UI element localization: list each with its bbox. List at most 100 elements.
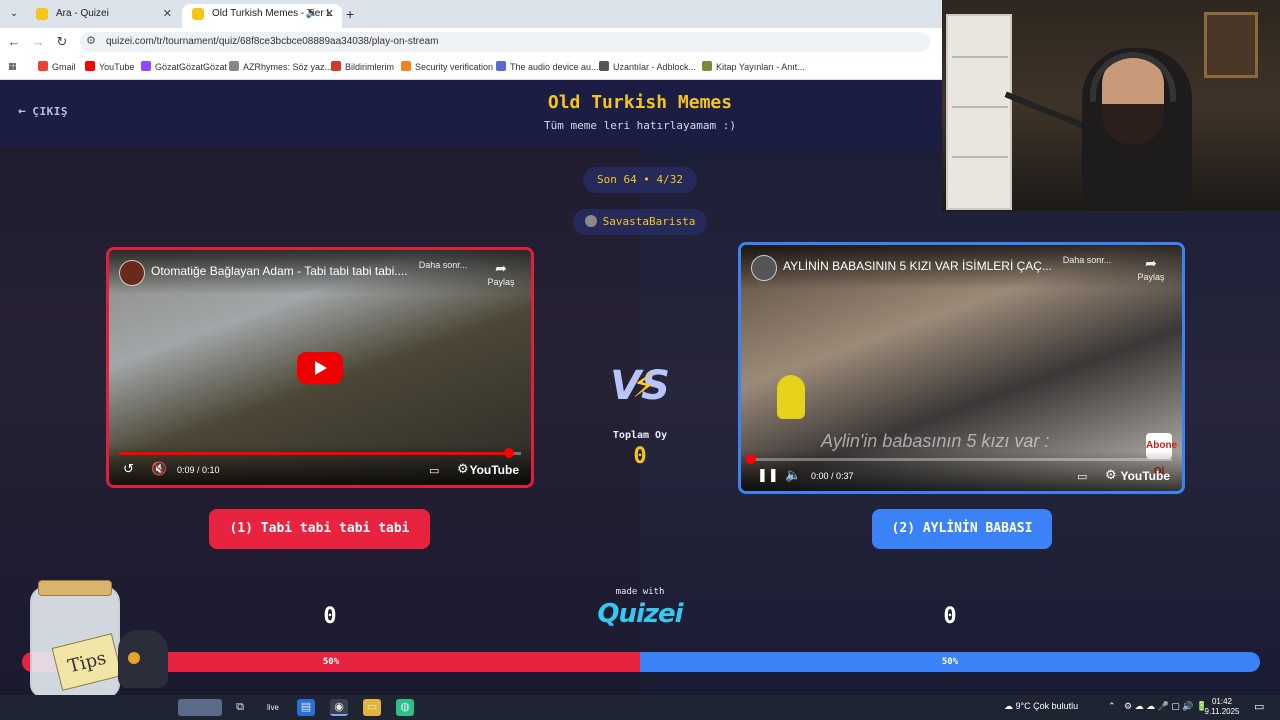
left-percentage: 50%: [322, 657, 340, 667]
right-percentage-bar: 50%: [640, 652, 1260, 672]
bookmark-kitap[interactable]: Kitap Yayınları - Anıt...: [702, 61, 805, 72]
channel-avatar[interactable]: [119, 260, 145, 286]
tab-close-icon[interactable]: ✕: [325, 4, 334, 24]
bookmark-audio-device[interactable]: The audio device au...: [496, 61, 599, 72]
channel-avatar[interactable]: [751, 255, 777, 281]
share-button[interactable]: ➦ Paylaş: [481, 260, 521, 287]
twitch-icon: [141, 61, 151, 71]
live-app-icon[interactable]: live: [264, 699, 282, 716]
microphone-image: [777, 375, 805, 419]
pause-icon[interactable]: ❚❚: [757, 467, 779, 483]
taskbar: ⧉ live ▤ ◉ ▭ ◍ ☁ 9°C Çok bulutlu ⌃ ⚙ ☁ ☁…: [0, 695, 1280, 720]
streamer-badge: SavastaBarista: [573, 209, 707, 235]
weather-widget[interactable]: ☁ 9°C Çok bulutlu: [1004, 701, 1078, 712]
replay-icon[interactable]: ↺: [123, 461, 134, 477]
gmail-icon: [38, 61, 48, 71]
bookmark-extensions[interactable]: Uzantılar - Adblock...: [599, 61, 696, 72]
mascot-image: [118, 630, 168, 688]
app-icon[interactable]: ◍: [396, 699, 414, 716]
video-caption: Aylin'in babasının 5 kızı var :: [821, 431, 1050, 451]
left-video-player[interactable]: Otomatiğe Bağlayan Adam - Tabi tabi tabi…: [106, 247, 534, 488]
share-icon: ➦: [1145, 255, 1157, 271]
settings-icon[interactable]: ⚙: [1105, 467, 1117, 483]
vote-left-button[interactable]: (1) Tabi tabi tabi tabi: [209, 509, 430, 549]
wall-painting: [1204, 12, 1258, 78]
store-icon[interactable]: ▤: [297, 699, 315, 716]
made-with-label: made with: [615, 587, 665, 597]
right-score: 0: [943, 604, 957, 629]
file-explorer-icon[interactable]: ▭: [363, 699, 381, 716]
youtube-play-icon[interactable]: [297, 352, 343, 384]
jar-lid: [38, 580, 112, 596]
mascot-ring: [128, 652, 140, 664]
seek-handle[interactable]: [746, 454, 756, 464]
vs-emblem: VS ⚡: [608, 358, 672, 414]
watch-later-button[interactable]: ◷Daha sonr...: [1061, 255, 1113, 265]
bookmark-bildirimlerim[interactable]: Bildirimlerim: [331, 61, 394, 72]
youtube-logo[interactable]: YouTube: [469, 463, 519, 477]
back-icon[interactable]: ←: [6, 34, 22, 50]
subtitles-icon[interactable]: ▭: [1077, 470, 1087, 483]
tab-old-turkish-memes[interactable]: Old Turkish Memes - Tier L 🔈 ✕: [182, 4, 342, 28]
arrow-left-icon: ←: [18, 104, 27, 119]
quizei-logo[interactable]: Quizei: [590, 599, 690, 629]
search-widget[interactable]: [178, 699, 222, 716]
total-votes-value: 0: [633, 444, 647, 469]
right-video-player[interactable]: AYLİNİN BABASININ 5 KIZI VAR İSİMLERİ ÇA…: [738, 242, 1185, 494]
chrome-icon[interactable]: ◉: [330, 699, 348, 716]
share-button[interactable]: ➦ Paylaş: [1131, 255, 1171, 282]
tab-search-dropdown-icon[interactable]: ⌄: [6, 6, 22, 22]
seek-bar[interactable]: [119, 448, 521, 458]
youtube-icon: [85, 61, 95, 71]
vote-right-button[interactable]: (2) AYLİNİN BABASI: [872, 509, 1052, 549]
quizei-favicon-icon: [192, 8, 204, 20]
cloudflare-icon: [401, 61, 411, 71]
quizei-favicon-icon: [36, 8, 48, 20]
address-bar[interactable]: ⚙ quizei.com/tr/tournament/quiz/68f8ce3b…: [80, 32, 930, 52]
webcam-feed: [942, 0, 1280, 211]
tray-icons[interactable]: ⚙ ☁ ☁ 🎤 ▢ 🔊 🔋: [1124, 701, 1207, 712]
video-time: 0:00 / 0:37: [811, 471, 854, 481]
seek-bar[interactable]: [746, 454, 1172, 464]
lightning-icon: ⚡: [632, 366, 656, 406]
task-view-icon[interactable]: ⧉: [231, 699, 249, 716]
subtitles-icon[interactable]: ▭: [429, 464, 439, 477]
book-icon: [702, 61, 712, 71]
avatar: [584, 215, 597, 227]
system-clock[interactable]: 01:42 9.11.2025: [1200, 697, 1244, 717]
bookmark-gmail[interactable]: Gmail: [38, 61, 76, 72]
bookshelf: [946, 14, 1012, 210]
url-text: quizei.com/tr/tournament/quiz/68f8ce3bcb…: [106, 36, 439, 47]
volume-icon[interactable]: 🔈: [785, 467, 801, 483]
share-icon: ➦: [495, 260, 507, 276]
bookmark-icon: [331, 61, 341, 71]
apps-grid-icon[interactable]: ▦: [8, 61, 17, 72]
browser-tab-strip: ⌄ Ara - Quizei ✕ Old Turkish Memes - Tie…: [0, 0, 942, 28]
exit-button[interactable]: ← ÇIKIŞ: [18, 104, 68, 119]
seek-handle[interactable]: [503, 448, 514, 458]
new-tab-button[interactable]: +: [346, 6, 354, 22]
video-title[interactable]: Otomatiğe Bağlayan Adam - Tabi tabi tabi…: [151, 264, 411, 278]
youtube-logo[interactable]: YouTube: [1120, 469, 1170, 483]
video-title[interactable]: AYLİNİN BABASININ 5 KIZI VAR İSİMLERİ ÇA…: [783, 259, 1053, 273]
bookmark-gozat[interactable]: GözatGözatGözat: [141, 61, 227, 72]
bookmark-youtube[interactable]: YouTube: [85, 61, 134, 72]
site-info-icon[interactable]: ⚙: [86, 34, 96, 47]
bookmark-azrhymes[interactable]: AZRhymes: Söz yaz...: [229, 61, 332, 72]
forward-icon[interactable]: →: [30, 34, 46, 50]
tab-title: Ara - Quizei: [56, 8, 109, 19]
round-indicator: Son 64 • 4/32: [583, 167, 697, 193]
seek-progress: [119, 452, 509, 455]
reload-icon[interactable]: ↻: [54, 34, 70, 50]
screen: ⌄ Ara - Quizei ✕ Old Turkish Memes - Tie…: [0, 0, 1280, 720]
watch-later-button[interactable]: ◷Daha sonr...: [417, 260, 469, 270]
tray-chevron-icon[interactable]: ⌃: [1108, 701, 1116, 712]
tab-close-icon[interactable]: ✕: [163, 4, 172, 24]
bookmark-security[interactable]: Security verification: [401, 61, 493, 72]
settings-icon[interactable]: ⚙: [457, 461, 469, 477]
tab-audio-icon[interactable]: 🔈: [306, 4, 318, 24]
tab-ara-quizei[interactable]: Ara - Quizei ✕: [26, 4, 180, 28]
right-percentage: 50%: [941, 657, 959, 667]
notifications-icon[interactable]: ▭: [1254, 700, 1264, 713]
mute-icon[interactable]: 🔇: [151, 461, 167, 477]
